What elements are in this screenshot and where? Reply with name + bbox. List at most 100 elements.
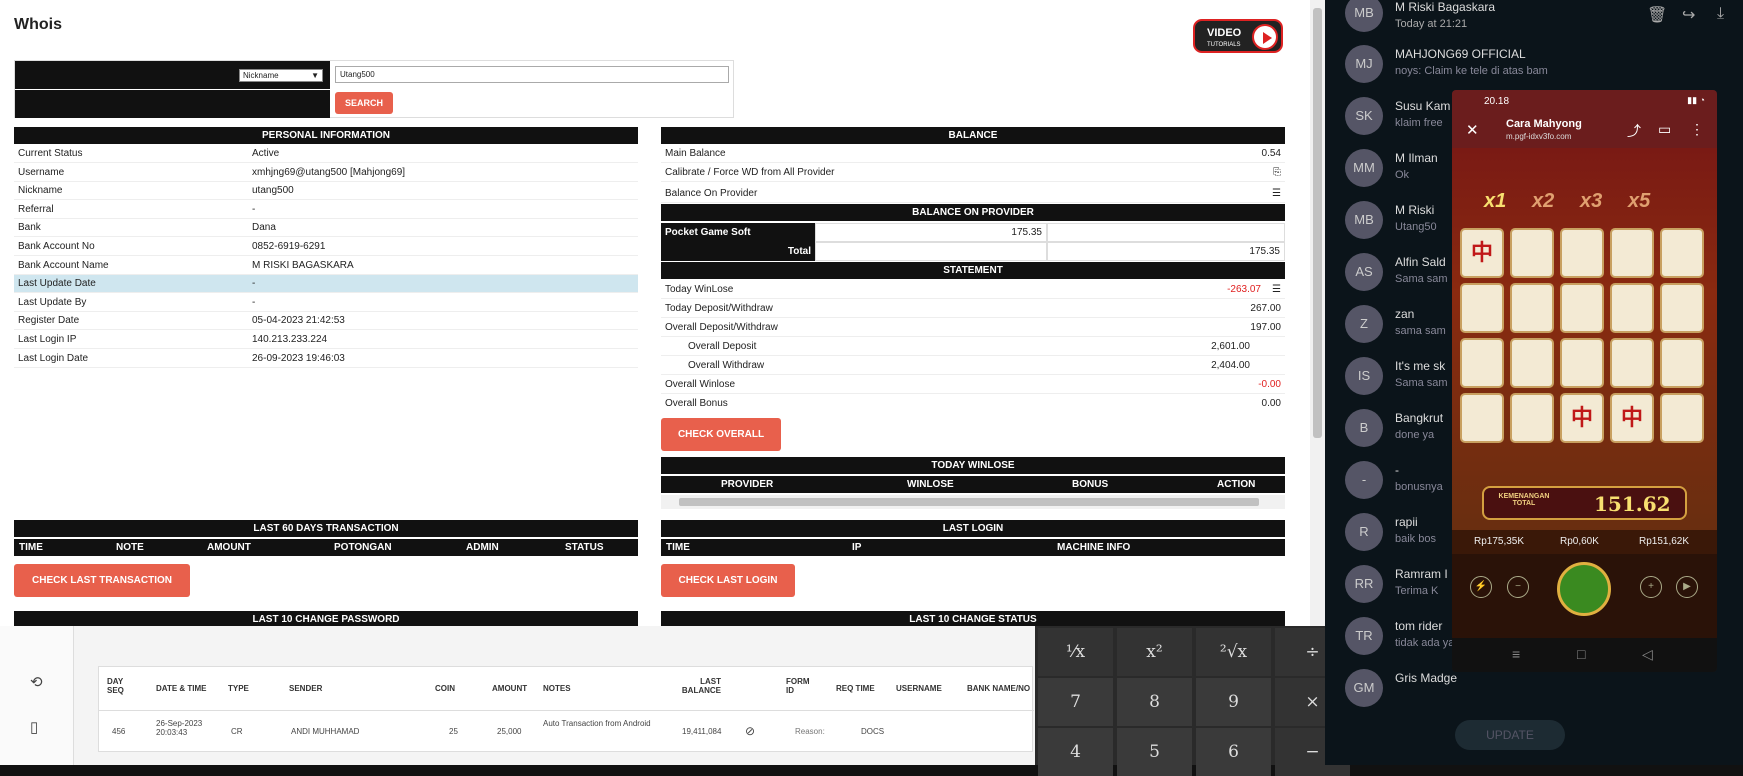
last-login-header: LAST LOGIN (661, 520, 1285, 537)
overall-dw-row: Overall Deposit/Withdraw 197.00 (661, 319, 1285, 337)
th-amount: AMOUNT (492, 684, 528, 693)
mahjong-tile (1660, 338, 1704, 388)
share-icon[interactable]: ⤴ (1627, 121, 1641, 141)
chat-header-name: M Riski Bagaskara (1395, 0, 1496, 14)
col-status: STATUS (565, 542, 604, 553)
avatar: GM (1345, 669, 1383, 707)
mahjong-tile (1460, 283, 1504, 333)
mahjong-game[interactable]: x1 x2 x3 x5 中中中 KEMENANGAN TOTAL 151.62 Rp1… (1452, 148, 1717, 638)
spin-button[interactable] (1557, 562, 1611, 616)
mahjong-tile (1660, 283, 1704, 333)
chat-name: rapii (1395, 515, 1418, 529)
overall-withdraw-value: 2,404.00 (1211, 360, 1250, 371)
chat-preview: done ya (1395, 429, 1435, 441)
field-label: Current Status (18, 148, 83, 159)
mahjong-tile (1560, 283, 1604, 333)
recent-apps-icon[interactable]: ≡ (1512, 646, 1520, 662)
td-coin: 25 (449, 727, 458, 736)
balance-header: BALANCE (661, 127, 1285, 144)
update-button[interactable]: UPDATE (1455, 720, 1565, 750)
chat-name: MAHJONG69 OFFICIAL (1395, 47, 1526, 61)
chat-name: M Riski (1395, 203, 1435, 217)
check-last-login-button[interactable]: CHECK LAST LOGIN (661, 564, 795, 597)
calc-key-5[interactable]: 5 (1117, 728, 1192, 776)
check-overall-button[interactable]: CHECK OVERALL (661, 418, 781, 451)
col-potongan: POTONGAN (334, 542, 392, 553)
close-icon[interactable]: ✕ (1466, 121, 1479, 139)
field-label: Last Login IP (18, 334, 77, 345)
col-time: TIME (666, 542, 690, 553)
page-title: Cara Mahyong (1506, 118, 1582, 130)
chat-name: M Ilman (1395, 151, 1438, 165)
col-ip: IP (852, 542, 862, 553)
vertical-scrollbar[interactable] (1310, 0, 1325, 626)
search-input[interactable]: Utang500 (335, 66, 729, 83)
home-icon[interactable]: □ (1577, 646, 1585, 662)
check-last-transaction-button[interactable]: CHECK LAST TRANSACTION (14, 564, 190, 597)
personal-info-row: Last Update By - (14, 294, 638, 312)
download-icon[interactable]: ⤓ (1717, 5, 1724, 23)
last-password-header: LAST 10 CHANGE PASSWORD (14, 611, 638, 626)
field-value: - (252, 296, 256, 308)
chat-name: Ramram I (1395, 567, 1448, 581)
list-icon[interactable]: ☰ (1272, 281, 1281, 299)
calc-key-9[interactable]: 9 (1196, 678, 1271, 726)
plus-icon[interactable]: + (1640, 576, 1662, 598)
calc-key-6[interactable]: 6 (1196, 728, 1271, 776)
mahjong-tile (1560, 228, 1604, 278)
list-icon[interactable]: ☰ (1272, 185, 1281, 203)
calc-key-4[interactable]: 4 (1038, 728, 1113, 776)
mahjong-tile (1560, 338, 1604, 388)
share-icon[interactable]: ⎘ (1273, 164, 1281, 182)
back-icon[interactable]: ◁ (1642, 646, 1653, 663)
bookmark-icon[interactable]: ▭ (1658, 121, 1671, 138)
td-username: DOCS (861, 727, 885, 736)
overall-deposit-value: 2,601.00 (1211, 341, 1250, 352)
video-tutorials-logo[interactable]: VIDEO TUTORIALS (1193, 19, 1283, 53)
calc-key-8[interactable]: 8 (1117, 678, 1192, 726)
blocked-icon[interactable]: ⊘ (745, 724, 755, 738)
overall-withdraw-row: Overall Withdraw 2,404.00 (661, 357, 1285, 375)
field-label: Last Update By (18, 296, 87, 308)
statement-header: STATEMENT (661, 262, 1285, 279)
more-icon[interactable]: ⋮ (1690, 121, 1704, 138)
calc-key-square[interactable]: x² (1117, 628, 1192, 676)
search-type-select[interactable]: Nickname ▼ (239, 69, 323, 82)
balance-on-provider-row: Balance On Provider ☰ (661, 185, 1285, 203)
scroll-thumb[interactable] (679, 498, 1259, 506)
forward-icon[interactable]: ↪ (1682, 5, 1695, 25)
today-winlose-cols: PROVIDER WINLOSE BONUS ACTION (661, 476, 1285, 493)
book-icon[interactable]: ▯ (30, 718, 38, 736)
today-dw-row: Today Deposit/Withdraw 267.00 (661, 300, 1285, 318)
calc-key-reciprocal[interactable]: ¹⁄x (1038, 628, 1113, 676)
balance-on-provider-label: Balance On Provider (665, 188, 758, 199)
autoplay-icon[interactable]: ▶ (1676, 576, 1698, 598)
history-icon[interactable]: ⟲ (30, 673, 43, 691)
search-type-value: Nickname (243, 71, 279, 80)
overall-deposit-label: Overall Deposit (688, 341, 757, 352)
scroll-thumb[interactable] (1313, 8, 1322, 438)
horizontal-scrollbar[interactable] (661, 495, 1285, 509)
personal-info-row: Current Status Active (14, 145, 638, 163)
calc-key-7[interactable]: 7 (1038, 678, 1113, 726)
chat-name: - (1395, 463, 1399, 477)
avatar: IS (1345, 357, 1383, 395)
field-value: 140.213.233.224 (252, 334, 328, 345)
minus-icon[interactable]: − (1507, 576, 1529, 598)
delete-icon[interactable]: 🗑 (1647, 5, 1667, 25)
field-value: M RISKI BAGASKARA (252, 259, 354, 271)
th-sender: SENDER (289, 684, 323, 693)
search-button[interactable]: SEARCH (335, 92, 393, 114)
chat-name: Alfin Sald (1395, 255, 1446, 269)
personal-info-row: Referral - (14, 201, 638, 219)
th-username: USERNAME (896, 684, 942, 693)
calc-key-sqrt[interactable]: ²√x (1196, 628, 1271, 676)
today-winlose-row: Today WinLose -263.07 ☰ (661, 281, 1285, 299)
col-admin: ADMIN (466, 542, 499, 553)
turbo-icon[interactable]: ⚡ (1470, 576, 1492, 598)
overall-winlose-value: -0.00 (1258, 379, 1281, 390)
col-amount: AMOUNT (207, 542, 251, 553)
chat-preview: Ok (1395, 169, 1410, 181)
last-status-header: LAST 10 CHANGE STATUS (661, 611, 1285, 626)
th-last-balance: LAST BALANCE (681, 677, 721, 695)
